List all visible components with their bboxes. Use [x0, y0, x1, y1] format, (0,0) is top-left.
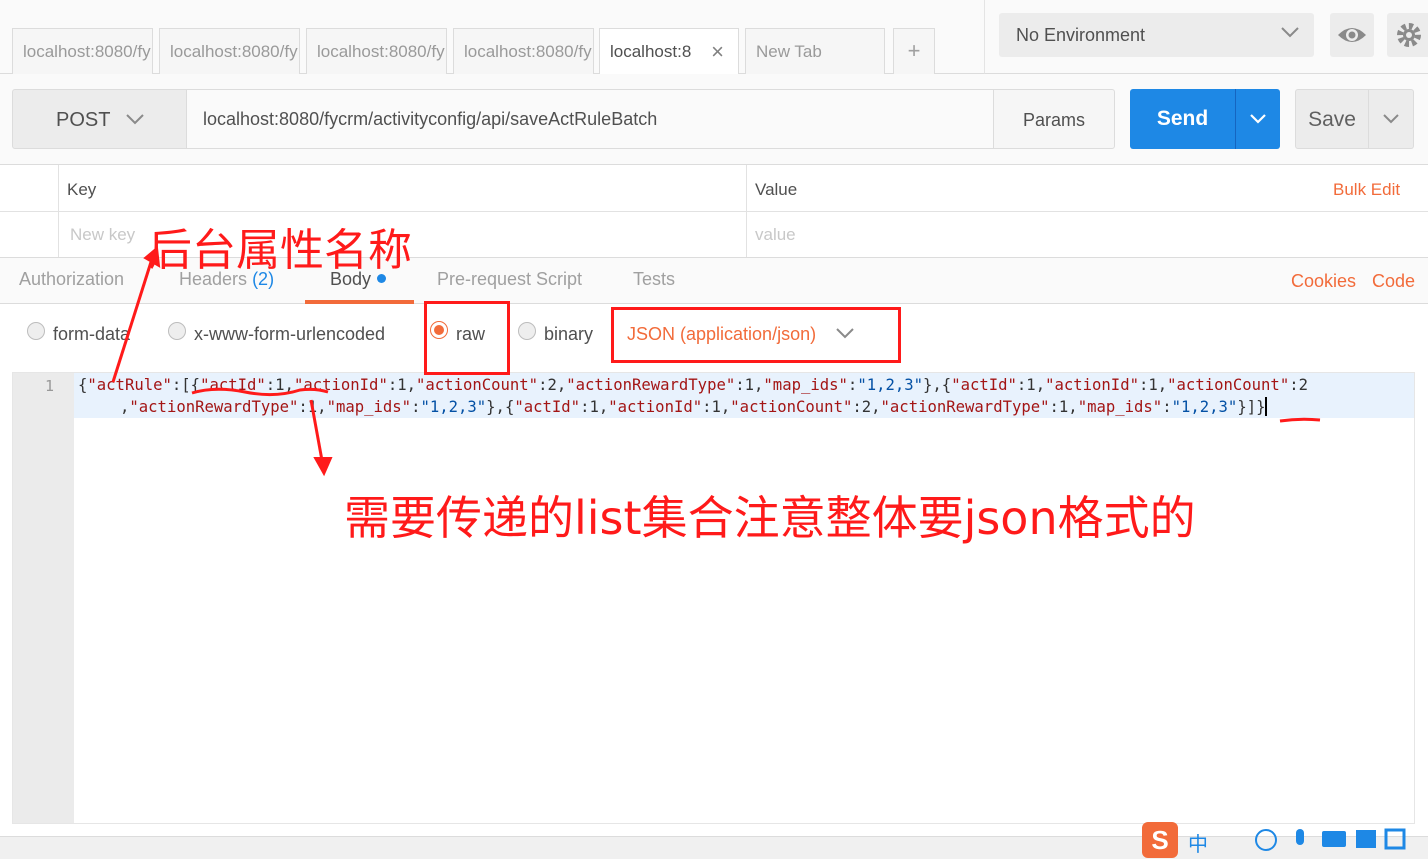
annotation-arrow-up [111, 261, 153, 383]
grid-icon [1384, 828, 1406, 850]
ime-logo[interactable]: S [1142, 822, 1178, 858]
ime-tool-icons [1255, 828, 1406, 851]
keyboard-icon [1322, 831, 1346, 847]
annotation-arrowhead-down [313, 457, 333, 477]
ime-language-toggle[interactable]: 中 [1188, 828, 1208, 857]
clothing-icon [1356, 830, 1376, 848]
annotation-tail-underline [1279, 417, 1321, 423]
emoji-icon [1255, 829, 1277, 851]
annotation-underline [191, 387, 329, 397]
annotation-strokes [111, 246, 1321, 477]
ime-toolbar: S 中 [1140, 820, 1428, 859]
annotation-arrow-down [309, 399, 325, 467]
microphone-icon [1296, 829, 1304, 845]
